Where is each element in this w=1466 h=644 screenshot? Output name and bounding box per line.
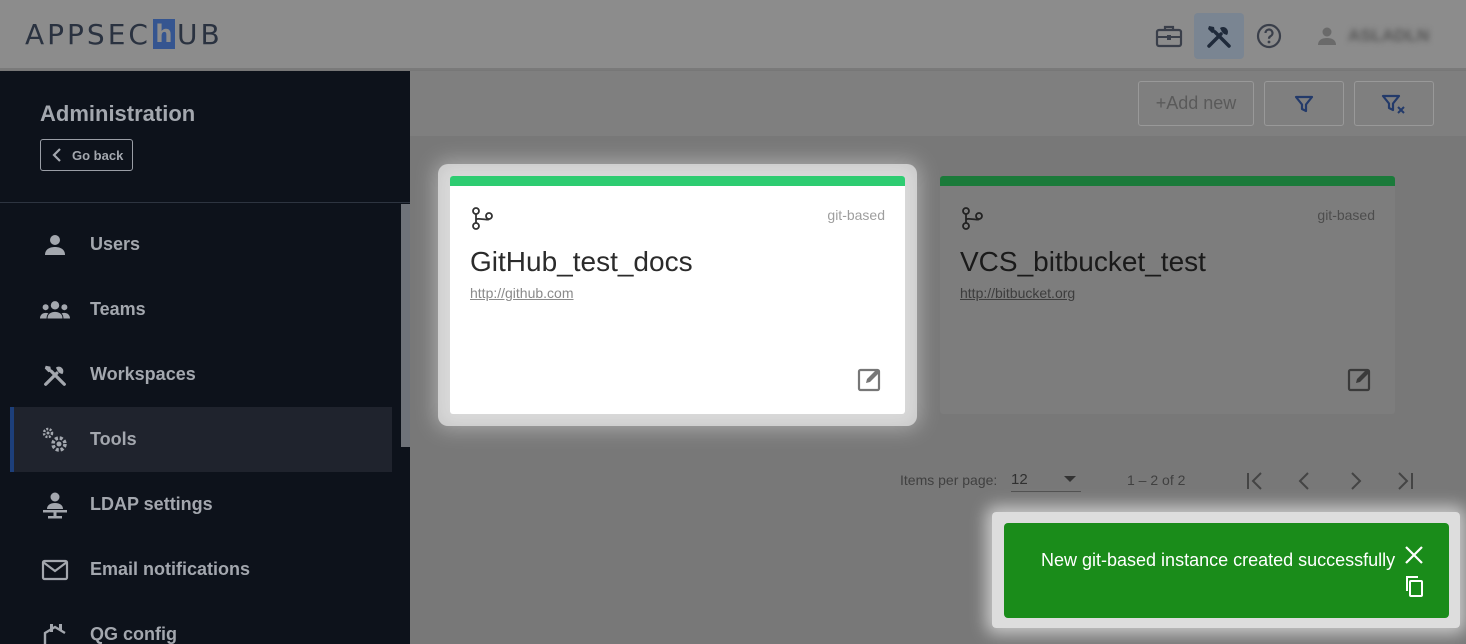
card-title: GitHub_test_docs xyxy=(470,246,693,277)
go-back-label: Go back xyxy=(72,147,124,163)
card-type-label: git-based xyxy=(827,207,885,223)
tools-gear-icon xyxy=(40,425,70,455)
edit-icon[interactable] xyxy=(857,366,883,392)
sidebar-title: Administration xyxy=(40,101,196,126)
card-url-link[interactable]: http://bitbucket.org xyxy=(960,285,1075,301)
git-branch-icon xyxy=(472,207,493,230)
help-icon xyxy=(1256,23,1282,49)
main-toolbar: +Add new xyxy=(410,71,1466,136)
first-page-icon xyxy=(1247,472,1262,490)
sidebar-item-label: Email notifications xyxy=(90,559,251,579)
next-page-button[interactable] xyxy=(1340,466,1370,496)
workspaces-icon xyxy=(40,360,70,390)
chevron-right-icon xyxy=(1351,472,1362,490)
sidebar-item-users[interactable]: Users xyxy=(10,212,392,277)
card-type-label: git-based xyxy=(1317,207,1375,223)
sidebar-item-ldap-settings[interactable]: LDAP settings xyxy=(10,472,392,537)
sidebar-scrollbar[interactable] xyxy=(401,204,410,447)
email-icon xyxy=(40,555,70,585)
last-page-icon xyxy=(1398,472,1413,490)
card-url-link[interactable]: http://github.com xyxy=(470,285,574,301)
edit-icon[interactable] xyxy=(1347,366,1373,392)
copy-icon[interactable] xyxy=(1404,575,1424,597)
sidebar-item-qg-config[interactable]: QG config xyxy=(10,602,392,644)
items-per-page-label: Items per page: xyxy=(900,472,998,488)
sidebar-item-email-notifications[interactable]: Email notifications xyxy=(10,537,392,602)
go-back-button[interactable]: Go back xyxy=(40,139,133,171)
sidebar-item-teams[interactable]: Teams xyxy=(10,277,392,342)
tools-icon xyxy=(1207,26,1231,48)
first-page-button[interactable] xyxy=(1240,466,1270,496)
sidebar-item-workspaces[interactable]: Workspaces xyxy=(10,342,392,407)
items-per-page-select[interactable]: 12 xyxy=(1011,468,1081,492)
dropdown-arrow-icon xyxy=(1064,476,1076,482)
filter-icon xyxy=(1294,95,1314,112)
chevron-left-icon xyxy=(1298,472,1309,490)
top-header: APPSEC h UB ASLADLN xyxy=(0,0,1466,70)
briefcase-button[interactable] xyxy=(1144,13,1194,59)
items-per-page-value: 12 xyxy=(1011,471,1028,488)
appsechub-logo[interactable]: APPSEC h UB xyxy=(25,17,223,51)
page-range-label: 1 – 2 of 2 xyxy=(1127,472,1186,488)
qg-config-icon xyxy=(40,620,70,644)
toast-message: New git-based instance created successfu… xyxy=(1041,550,1396,570)
sidebar-item-label: Users xyxy=(90,234,141,254)
logo-text-left: APPSEC xyxy=(25,17,151,51)
filter-button[interactable] xyxy=(1264,81,1344,126)
card-title: VCS_bitbucket_test xyxy=(960,246,1206,277)
add-new-button[interactable]: +Add new xyxy=(1138,81,1254,126)
card-status-bar xyxy=(940,176,1395,186)
tool-card[interactable]: git-based VCS_bitbucket_test http://bitb… xyxy=(940,176,1395,414)
last-page-button[interactable] xyxy=(1390,466,1420,496)
user-icon xyxy=(1318,27,1336,45)
close-icon[interactable] xyxy=(1404,545,1424,565)
sidebar-item-label: Workspaces xyxy=(90,364,196,384)
user-menu[interactable]: ASLADLN xyxy=(1316,20,1429,52)
sidebar-header: Administration Go back xyxy=(0,71,410,203)
help-button[interactable] xyxy=(1244,13,1294,59)
logo-text-right: UB xyxy=(176,17,223,51)
previous-page-button[interactable] xyxy=(1290,466,1320,496)
sidebar-item-label: LDAP settings xyxy=(90,494,213,514)
sidebar-item-label: Tools xyxy=(90,429,137,449)
user-icon xyxy=(40,230,70,260)
teams-icon xyxy=(40,295,70,325)
success-toast: New git-based instance created successfu… xyxy=(1004,523,1449,618)
chevron-left-icon xyxy=(52,148,61,162)
clear-filter-icon xyxy=(1381,94,1405,114)
sidebar-item-label: Teams xyxy=(90,299,146,319)
admin-tools-button[interactable] xyxy=(1194,13,1244,59)
card-status-bar xyxy=(450,176,905,186)
tool-card[interactable]: git-based GitHub_test_docs http://github… xyxy=(450,176,905,414)
sidebar-item-tools[interactable]: Tools xyxy=(10,407,392,472)
briefcase-icon xyxy=(1155,25,1183,48)
logo-h-box: h xyxy=(152,19,175,49)
git-branch-icon xyxy=(962,207,983,230)
admin-sidebar: Administration Go back Users Teams Works… xyxy=(0,71,410,644)
ldap-icon xyxy=(40,490,70,520)
sidebar-item-label: QG config xyxy=(90,624,177,644)
clear-filter-button[interactable] xyxy=(1354,81,1434,126)
username: ASLADLN xyxy=(1348,26,1430,45)
